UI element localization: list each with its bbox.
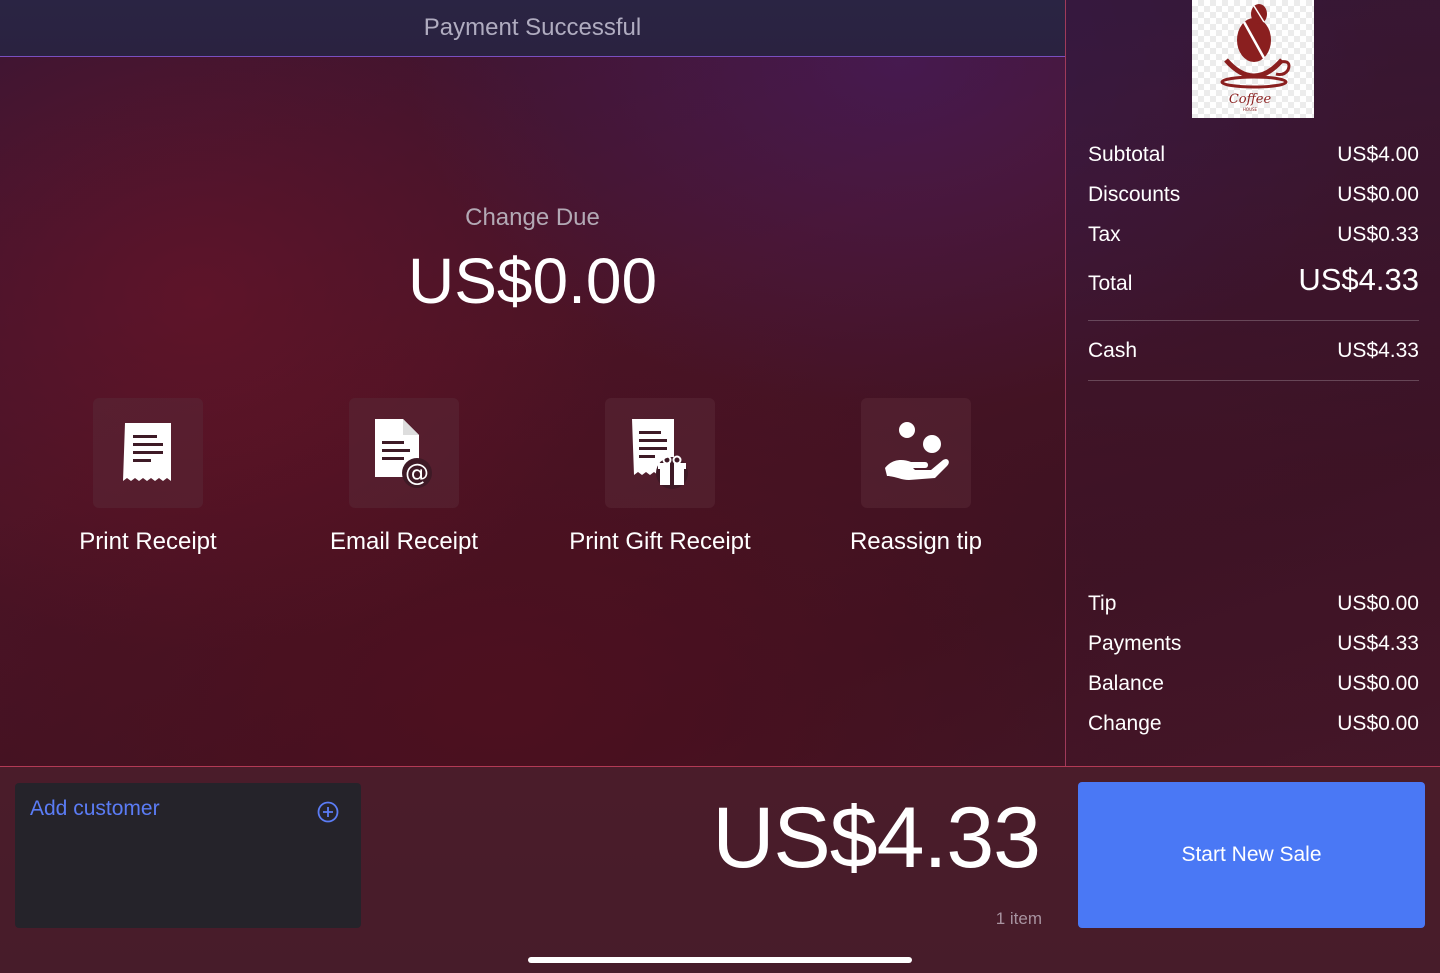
payments-divider (1088, 380, 1419, 381)
cash-label: Cash (1088, 339, 1138, 362)
cash-row: Cash US$4.33 (1088, 339, 1419, 363)
change-due-label: Change Due (465, 204, 600, 231)
change-label: Change (1088, 712, 1162, 735)
reassign-tip-label: Reassign tip (849, 528, 983, 555)
header-bar: Payment Successful (0, 0, 1065, 57)
email-receipt-label: Email Receipt (329, 528, 479, 555)
summary-divider (1088, 320, 1419, 321)
gift-receipt-icon (632, 419, 688, 489)
page-title: Payment Successful (423, 14, 642, 41)
add-customer-card[interactable]: Add customer (15, 783, 361, 928)
reassign-tip-tile[interactable] (861, 398, 971, 508)
total-row: Total US$4.33 (1088, 262, 1419, 298)
print-gift-receipt-label: Print Gift Receipt (569, 528, 751, 555)
change-due-amount: US$0.00 (407, 245, 658, 317)
print-receipt-label: Print Receipt (79, 528, 217, 555)
bottom-bar: Add customer US$4.33 1 item Start New Sa… (0, 766, 1440, 973)
tax-value: US$0.33 (1337, 223, 1419, 246)
tax-label: Tax (1088, 223, 1121, 246)
home-indicator (528, 957, 912, 963)
receipt-icon (123, 423, 171, 481)
tip-row: Tip US$0.00 (1088, 592, 1419, 616)
payments-value: US$4.33 (1337, 632, 1419, 655)
add-customer-label[interactable]: Add customer (30, 797, 160, 821)
discounts-row: Discounts US$0.00 (1088, 183, 1419, 207)
total-value: US$4.33 (1298, 262, 1419, 297)
discounts-value: US$0.00 (1337, 183, 1419, 206)
email-receipt-button[interactable]: @ Email Receipt (294, 398, 514, 556)
hand-coins-icon (885, 422, 949, 480)
item-count: 1 item (995, 909, 1042, 928)
logo-subtext: HOUSE (1243, 107, 1258, 112)
subtotal-value: US$4.00 (1337, 143, 1419, 166)
payments-label: Payments (1088, 632, 1182, 655)
change-row: Change US$0.00 (1088, 712, 1419, 736)
email-receipt-icon: @ (375, 419, 432, 488)
subtotal-row: Subtotal US$4.00 (1088, 143, 1419, 167)
reassign-tip-button[interactable]: Reassign tip (806, 398, 1026, 556)
balance-row: Balance US$0.00 (1088, 672, 1419, 696)
cash-value: US$4.33 (1337, 339, 1419, 362)
total-label: Total (1088, 272, 1133, 295)
tax-row: Tax US$0.33 (1088, 223, 1419, 247)
subtotal-label: Subtotal (1088, 143, 1166, 166)
print-receipt-button[interactable]: Print Receipt (38, 398, 258, 556)
coffee-house-logo: Coffee HOUSE (1192, 0, 1314, 118)
balance-label: Balance (1088, 672, 1164, 695)
email-receipt-tile[interactable]: @ (349, 398, 459, 508)
add-circle-icon[interactable] (317, 801, 339, 823)
change-value: US$0.00 (1337, 712, 1419, 735)
order-summary-panel: Coffee HOUSE Subtotal US$4.00 Discounts … (1065, 0, 1440, 766)
tip-label: Tip (1088, 592, 1117, 615)
grand-total: US$4.33 (712, 790, 1041, 886)
start-new-sale-button[interactable]: Start New Sale (1078, 782, 1425, 928)
tip-value: US$0.00 (1337, 592, 1419, 615)
print-gift-receipt-tile[interactable] (605, 398, 715, 508)
svg-text:@: @ (405, 459, 429, 487)
print-receipt-tile[interactable] (93, 398, 203, 508)
receipt-actions: Print Receipt @ Email Receipt Print Gift… (0, 398, 1065, 558)
print-gift-receipt-button[interactable]: Print Gift Receipt (550, 398, 770, 556)
discounts-label: Discounts (1088, 183, 1181, 206)
coffee-cup-icon: Coffee HOUSE (1220, 4, 1291, 112)
logo-text: Coffee (1229, 92, 1272, 107)
balance-value: US$0.00 (1337, 672, 1419, 695)
payments-row: Payments US$4.33 (1088, 632, 1419, 656)
